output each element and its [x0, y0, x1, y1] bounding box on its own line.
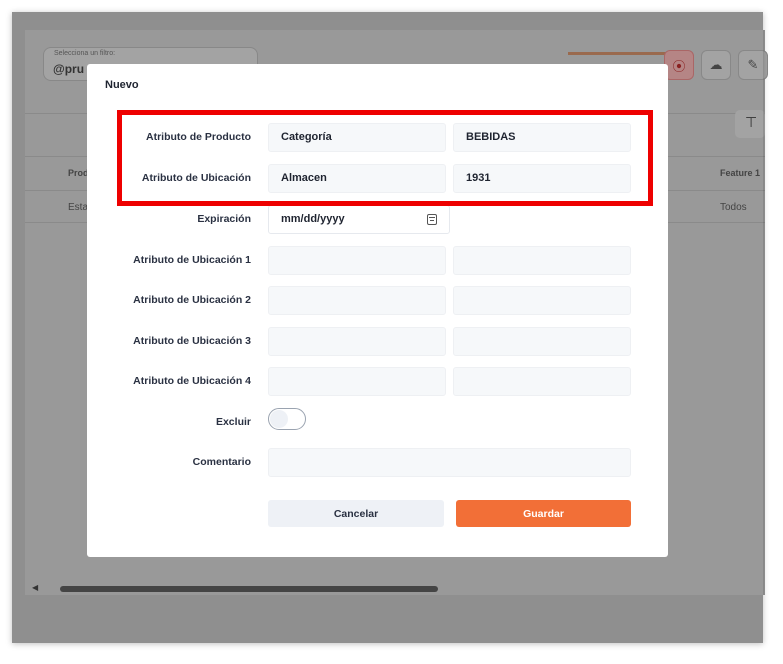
- record-button[interactable]: ⦿: [664, 50, 694, 80]
- comment-input[interactable]: [268, 448, 631, 477]
- exclude-label: Excluir: [215, 416, 251, 428]
- edit-button[interactable]: ✎: [738, 50, 768, 80]
- comment-label: Comentario: [192, 456, 251, 468]
- dialog-title: Nuevo: [105, 79, 139, 91]
- filter-label: Selecciona un filtro:: [54, 50, 116, 57]
- exclude-toggle[interactable]: [268, 408, 306, 430]
- filter-value: @pru: [53, 62, 85, 76]
- table-cell-feature: Todos: [720, 202, 747, 213]
- calendar-icon[interactable]: [427, 214, 437, 225]
- record-icon: ⦿: [672, 58, 686, 74]
- location-attribute-3-value-field[interactable]: [453, 327, 631, 356]
- table-header-feature: Feature 1: [720, 168, 761, 178]
- location-attribute-4-key-field[interactable]: [268, 367, 446, 396]
- location-attribute-1-key-field[interactable]: [268, 246, 446, 275]
- highlight-annotation: [117, 110, 653, 206]
- location-attribute-2-key-field[interactable]: [268, 286, 446, 315]
- toggle-knob: [270, 410, 288, 428]
- expiration-date-input[interactable]: mm/dd/yyyy: [268, 205, 450, 234]
- location-attribute-4-label: Atributo de Ubicación 4: [133, 375, 251, 387]
- location-attribute-3-key-field[interactable]: [268, 327, 446, 356]
- table-header-product: Prod: [68, 168, 89, 178]
- horizontal-scrollbar[interactable]: [60, 586, 438, 592]
- cancel-button[interactable]: Cancelar: [268, 500, 444, 527]
- location-attribute-2-label: Atributo de Ubicación 2: [133, 294, 251, 306]
- expiration-placeholder: mm/dd/yyyy: [281, 213, 345, 225]
- pencil-icon: ✎: [747, 57, 759, 72]
- location-attribute-4-value-field[interactable]: [453, 367, 631, 396]
- cloud-download-icon: ☁: [709, 57, 723, 72]
- expiration-label: Expiración: [197, 213, 251, 225]
- scroll-left-icon[interactable]: ◀: [32, 583, 38, 592]
- location-attribute-1-value-field[interactable]: [453, 246, 631, 275]
- location-attribute-2-value-field[interactable]: [453, 286, 631, 315]
- download-button[interactable]: ☁: [701, 50, 731, 80]
- save-button[interactable]: Guardar: [456, 500, 631, 527]
- location-attribute-3-label: Atributo de Ubicación 3: [133, 335, 251, 347]
- location-attribute-1-label: Atributo de Ubicación 1: [133, 254, 251, 266]
- filter-icon: ⊤: [745, 114, 758, 130]
- filter-button[interactable]: ⊤: [735, 110, 765, 138]
